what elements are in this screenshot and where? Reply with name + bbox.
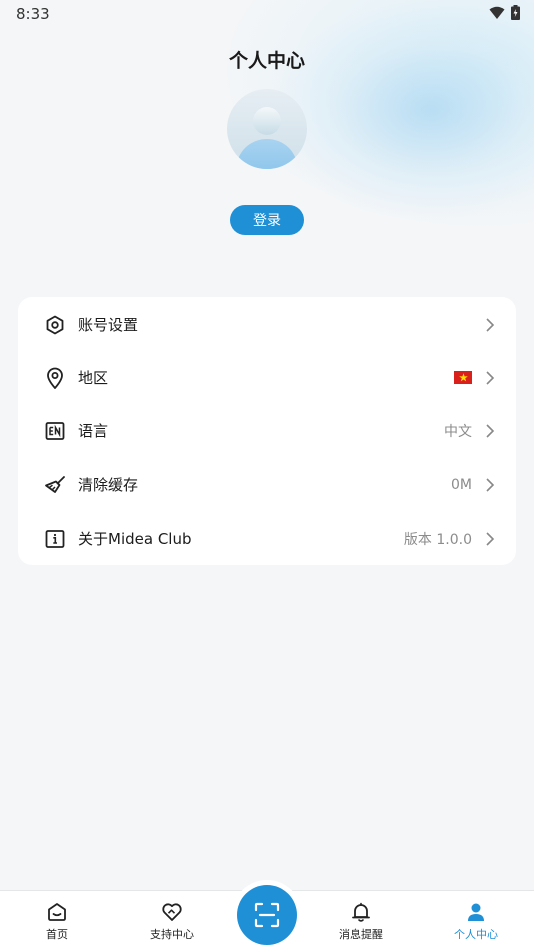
tab-profile[interactable]: 个人中心	[431, 901, 521, 942]
battery-icon	[511, 5, 520, 20]
home-icon	[48, 903, 66, 921]
menu-item-label: 关于Midea Club	[78, 530, 192, 548]
vietnam-flag-icon	[454, 371, 472, 384]
person-icon	[468, 903, 484, 921]
tab-label: 个人中心	[454, 928, 498, 941]
location-pin-icon	[44, 367, 66, 389]
menu-item-label: 清除缓存	[78, 476, 139, 494]
info-icon	[44, 528, 66, 550]
status-icons	[489, 5, 520, 20]
status-time: 8:33	[16, 5, 50, 23]
broom-icon	[44, 474, 66, 496]
menu-item-region[interactable]: 地区	[18, 351, 516, 404]
scan-button[interactable]	[237, 885, 297, 945]
avatar[interactable]	[227, 89, 307, 169]
tab-label: 消息提醒	[339, 928, 383, 941]
default-avatar-icon	[237, 107, 297, 169]
menu-item-language[interactable]: 语言 中文	[18, 404, 516, 457]
chevron-right-icon	[486, 423, 495, 438]
menu-item-value: 中文	[444, 423, 472, 440]
tab-label: 支持中心	[150, 928, 194, 941]
tab-label: 首页	[46, 928, 68, 941]
login-button[interactable]: 登录	[230, 205, 304, 235]
scan-icon	[254, 902, 280, 928]
bell-icon	[352, 902, 370, 922]
chevron-right-icon	[486, 317, 495, 332]
tab-support-center[interactable]: 支持中心	[127, 901, 217, 942]
status-bar: 8:33	[0, 0, 534, 28]
menu-item-account-settings[interactable]: 账号设置	[18, 298, 516, 351]
support-heart-icon	[162, 903, 182, 921]
menu-item-label: 地区	[78, 369, 109, 387]
tab-home[interactable]: 首页	[12, 901, 102, 942]
chevron-right-icon	[486, 531, 495, 546]
menu-item-label: 语言	[78, 422, 109, 440]
settings-hex-icon	[44, 314, 66, 336]
settings-menu-card: 账号设置 地区 语言 中文 清除缓存 0M 关于Midea Club 版本 1.…	[18, 297, 516, 565]
tab-notifications[interactable]: 消息提醒	[316, 901, 406, 942]
menu-item-value: 0M	[451, 476, 472, 493]
page-title: 个人中心	[228, 50, 305, 72]
menu-item-clear-cache[interactable]: 清除缓存 0M	[18, 458, 516, 511]
menu-item-about[interactable]: 关于Midea Club 版本 1.0.0	[18, 512, 516, 565]
chevron-right-icon	[486, 477, 495, 492]
language-en-icon	[44, 420, 66, 442]
wifi-icon	[489, 6, 505, 19]
menu-item-label: 账号设置	[78, 316, 139, 334]
chevron-right-icon	[486, 370, 495, 385]
menu-item-value: 版本 1.0.0	[403, 531, 472, 548]
